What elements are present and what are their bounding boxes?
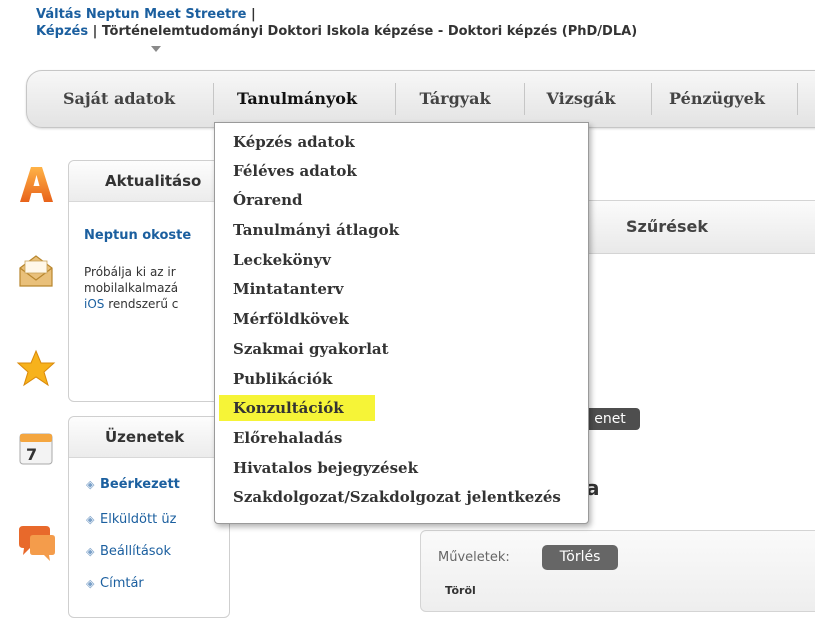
messages-sent-link[interactable]: ◈ Elküldött üz [86, 512, 176, 527]
news-text-line: Próbálja ki az ir [84, 265, 176, 279]
dropdown-item-curriculum[interactable]: Mintatanterv [233, 280, 344, 298]
dropdown-item-timetable[interactable]: Órarend [233, 191, 303, 209]
menu-divider [651, 83, 652, 115]
news-panel-title: Aktualitáso [69, 161, 229, 202]
menu-subjects[interactable]: Tárgyak [403, 71, 507, 127]
messages-inbox-label: Beérkezett [100, 477, 180, 492]
menu-finances[interactable]: Pénzügyek [657, 71, 777, 127]
messages-directory-link[interactable]: ◈ Címtár [86, 576, 144, 591]
menu-own-data[interactable]: Saját adatok [47, 71, 191, 127]
diamond-bullet-icon: ◈ [86, 577, 95, 590]
messages-directory-label: Címtár [100, 576, 144, 591]
training-value: Történelemtudományi Doktori Iskola képzé… [101, 24, 638, 39]
news-text-line: mobilalkalmazá [84, 281, 179, 295]
news-item-text: Próbálja ki az ir mobilalkalmazá iOS ren… [84, 264, 178, 312]
dropdown-item-progress[interactable]: Előrehaladás [233, 429, 342, 447]
chevron-down-icon[interactable] [151, 46, 161, 52]
switch-meet-street-link[interactable]: Váltás Neptun Meet Streetre [36, 7, 246, 22]
dropdown-item-consultations[interactable]: Konzultációk [233, 399, 344, 417]
dropdown-item-averages[interactable]: Tanulmányi átlagok [233, 221, 399, 239]
messages-settings-link[interactable]: ◈ Beállítások [86, 544, 171, 559]
operations-bar [420, 530, 815, 612]
diamond-bullet-icon: ◈ [86, 513, 95, 526]
filters-title: Szűrések [626, 217, 708, 236]
calendar-icon[interactable]: 7 [16, 428, 56, 468]
main-menubar: Saját adatok Tanulmányok Tárgyak Vizsgák… [26, 70, 815, 128]
message-button[interactable]: enet [580, 408, 640, 430]
messages-sent-label: Elküldött üz [100, 512, 177, 527]
dropdown-item-gradebook[interactable]: Leckekönyv [233, 251, 331, 269]
dropdown-item-publications[interactable]: Publikációk [233, 370, 332, 388]
menu-exams[interactable]: Vizsgák [531, 71, 631, 127]
star-icon[interactable] [16, 348, 56, 388]
news-item-title[interactable]: Neptun okoste [84, 228, 191, 243]
delete-button[interactable]: Törlés [542, 545, 618, 570]
dropdown-item-training-data[interactable]: Képzés adatok [233, 133, 355, 151]
dropdown-item-semester-data[interactable]: Féléves adatok [233, 162, 357, 180]
delete-column-header: Töröl [445, 584, 476, 597]
menu-divider [213, 83, 214, 115]
chat-bubble-icon[interactable] [16, 524, 56, 564]
ios-link[interactable]: iOS [84, 297, 104, 311]
header-links: Váltás Neptun Meet Streetre | Képzés | T… [36, 6, 637, 40]
dropdown-item-milestones[interactable]: Mérföldkövek [233, 310, 349, 328]
menu-divider [524, 83, 525, 115]
training-link[interactable]: Képzés [36, 24, 88, 39]
svg-text:7: 7 [26, 445, 37, 464]
messages-inbox-link[interactable]: ◈ Beérkezett [86, 477, 180, 492]
envelope-icon[interactable] [16, 250, 56, 290]
dropdown-item-official-entries[interactable]: Hivatalos bejegyzések [233, 459, 418, 477]
news-text-line: rendszerű c [104, 297, 179, 311]
header-separator: | [88, 24, 102, 39]
menu-studies[interactable]: Tanulmányok [217, 71, 377, 127]
messages-settings-label: Beállítások [100, 544, 172, 559]
diamond-bullet-icon: ◈ [86, 478, 95, 491]
messages-panel-title: Üzenetek [69, 417, 229, 458]
dropdown-item-internship[interactable]: Szakmai gyakorlat [233, 340, 389, 358]
menu-divider [395, 83, 396, 115]
menu-divider [797, 83, 798, 115]
operations-label: Műveletek: [438, 550, 510, 565]
a-letter-icon[interactable] [16, 164, 56, 204]
studies-dropdown-menu: Képzés adatok Féléves adatok Órarend Tan… [214, 122, 589, 524]
header-separator: | [246, 7, 256, 22]
dropdown-item-thesis[interactable]: Szakdolgozat/Szakdolgozat jelentkezés [233, 488, 561, 506]
diamond-bullet-icon: ◈ [86, 545, 95, 558]
